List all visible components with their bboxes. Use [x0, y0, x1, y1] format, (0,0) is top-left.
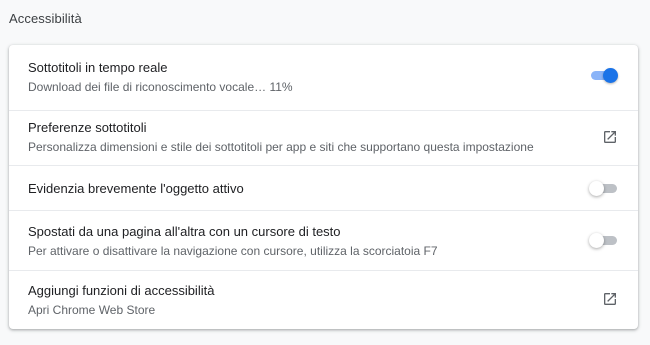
- accessibility-settings-page: Accessibilità Sottotitoli in tempo reale…: [0, 0, 650, 345]
- caret-browsing-label: Spostati da una pagina all'altra con un …: [28, 224, 341, 239]
- add-accessibility-features-row[interactable]: Aggiungi funzioni di accessibilità Apri …: [9, 270, 638, 329]
- add-accessibility-features-text: Aggiungi funzioni di accessibilità Apri …: [28, 283, 214, 318]
- toggle-knob: [603, 68, 618, 83]
- caption-preferences-label: Preferenze sottotitoli: [28, 120, 147, 135]
- caret-browsing-description: Per attivare o disattivare la navigazion…: [28, 244, 438, 258]
- focus-highlight-row[interactable]: Evidenzia brevemente l'oggetto attivo: [9, 165, 638, 210]
- toggle-knob: [589, 233, 604, 248]
- live-caption-row[interactable]: Sottotitoli in tempo reale Download dei …: [9, 45, 638, 110]
- toggle-knob: [589, 181, 604, 196]
- accessibility-settings-card: Sottotitoli in tempo reale Download dei …: [9, 45, 638, 329]
- section-title: Accessibilità: [9, 11, 82, 26]
- focus-highlight-label: Evidenzia brevemente l'oggetto attivo: [28, 181, 244, 196]
- live-caption-status: Download dei file di riconoscimento voca…: [28, 80, 293, 94]
- live-caption-toggle[interactable]: [591, 68, 618, 83]
- caret-browsing-toggle[interactable]: [589, 233, 617, 248]
- live-caption-label: Sottotitoli in tempo reale: [28, 60, 168, 75]
- caption-preferences-text: Preferenze sottotitoli Personalizza dime…: [28, 120, 534, 155]
- chrome-web-store-link: Apri Chrome Web Store: [28, 303, 156, 317]
- caret-browsing-text: Spostati da una pagina all'altra con un …: [28, 224, 438, 259]
- external-link-icon[interactable]: [602, 129, 618, 145]
- focus-highlight-toggle[interactable]: [589, 181, 617, 196]
- add-accessibility-features-label: Aggiungi funzioni di accessibilità: [28, 283, 215, 298]
- external-link-icon[interactable]: [602, 291, 618, 307]
- caption-preferences-row[interactable]: Preferenze sottotitoli Personalizza dime…: [9, 110, 638, 165]
- live-caption-text: Sottotitoli in tempo reale Download dei …: [28, 60, 293, 95]
- focus-highlight-text: Evidenzia brevemente l'oggetto attivo: [28, 181, 244, 197]
- caret-browsing-row[interactable]: Spostati da una pagina all'altra con un …: [9, 210, 638, 270]
- caption-preferences-description: Personalizza dimensioni e stile dei sott…: [28, 140, 534, 154]
